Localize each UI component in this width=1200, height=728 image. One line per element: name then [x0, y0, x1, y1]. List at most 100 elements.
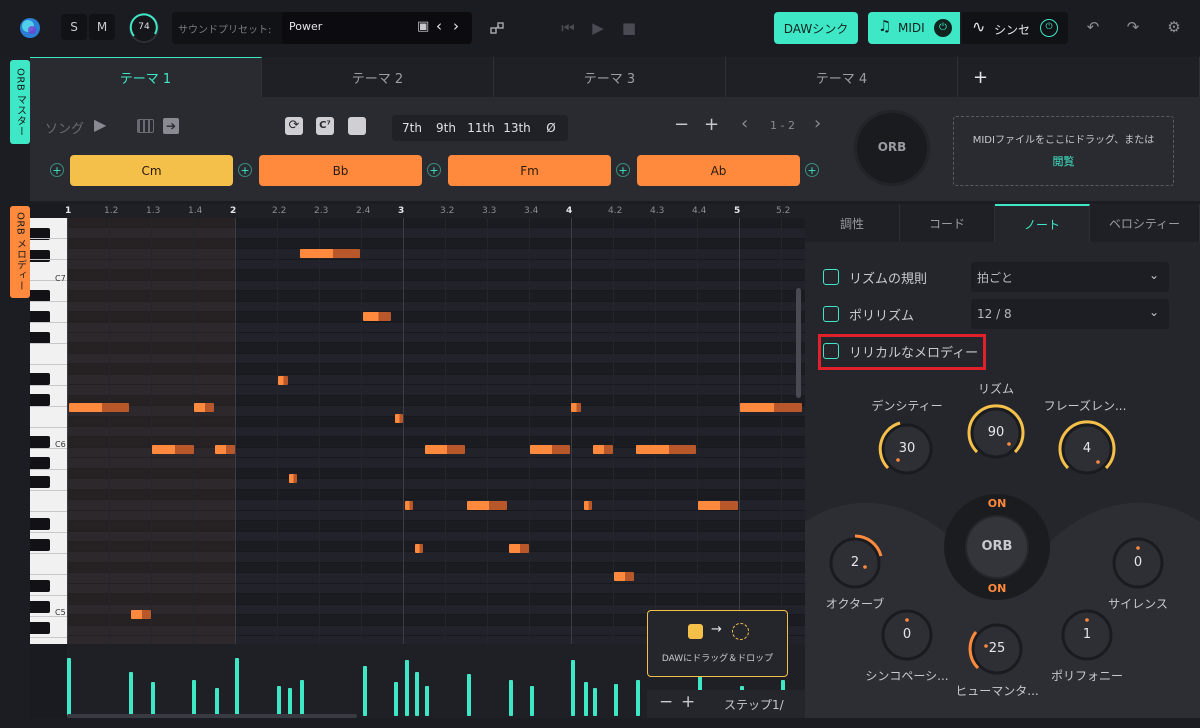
- chord-bb[interactable]: Bb: [259, 155, 422, 186]
- gear-icon[interactable]: ⚙: [1164, 17, 1184, 37]
- density-knob[interactable]: 30: [876, 418, 938, 480]
- piano-black-key[interactable]: [30, 539, 50, 551]
- note-grid[interactable]: [67, 218, 805, 647]
- velocity-bar[interactable]: [363, 666, 367, 716]
- tab-chords[interactable]: コード: [900, 204, 995, 242]
- melody-note[interactable]: [425, 445, 465, 454]
- page-next-icon[interactable]: ›: [814, 113, 821, 134]
- rhythm-rule-select[interactable]: 拍ごと ⌄: [971, 262, 1169, 292]
- shuffle-icon[interactable]: ⟳: [285, 117, 303, 135]
- velocity-bar[interactable]: [509, 680, 513, 716]
- humanize-knob[interactable]: 25: [966, 618, 1028, 680]
- melody-note[interactable]: [363, 312, 391, 321]
- tab-theme-4[interactable]: テーマ 4: [726, 57, 958, 97]
- velocity-bar[interactable]: [636, 680, 640, 716]
- velocity-bar[interactable]: [425, 686, 429, 716]
- synth-power-icon[interactable]: ⏻: [1040, 19, 1058, 37]
- velocity-bar[interactable]: [584, 682, 588, 716]
- octave-knob[interactable]: 2: [824, 532, 886, 594]
- page-prev-icon[interactable]: ‹: [741, 113, 748, 134]
- melody-note[interactable]: [415, 544, 423, 553]
- velocity-bar[interactable]: [467, 674, 471, 716]
- piano-black-key[interactable]: [30, 373, 50, 385]
- ext-dim-button[interactable]: Ø: [538, 115, 564, 141]
- add-chord-button-3[interactable]: +: [616, 163, 630, 177]
- daw-sync-button[interactable]: DAWシンク: [774, 12, 858, 44]
- piano-black-key[interactable]: [30, 250, 50, 262]
- midi-toggle[interactable]: ♫ MIDI ⏻: [868, 12, 960, 44]
- velocity-bar[interactable]: [593, 688, 597, 716]
- add-theme-button[interactable]: +: [958, 57, 1200, 97]
- next-preset-icon[interactable]: ›: [453, 17, 459, 35]
- browse-link[interactable]: 閲覧: [954, 153, 1173, 169]
- synth-toggle[interactable]: ∿ シンセ ⏻: [962, 12, 1068, 44]
- velocity-bar[interactable]: [405, 660, 409, 716]
- phrase-length-knob[interactable]: 4: [1056, 418, 1118, 480]
- polyrhythm-checkbox[interactable]: [823, 306, 839, 322]
- velocity-bar[interactable]: [614, 684, 618, 716]
- orb-logo-knob[interactable]: ORB: [854, 110, 930, 186]
- rhythm-rule-checkbox[interactable]: [823, 269, 839, 285]
- chord-ab[interactable]: Ab: [637, 155, 800, 186]
- timeline-ruler[interactable]: 1 1.2 1.3 1.4 2 2.2 2.3 2.4 3 3.2 3.3 3.4 4 4.2 4.3 4.4…: [65, 204, 805, 218]
- polyrhythm-select[interactable]: 12 / 8 ⌄: [971, 299, 1169, 329]
- layout-icon[interactable]: [348, 117, 366, 135]
- orb-melody-tab[interactable]: ORB メロディー: [10, 206, 30, 298]
- melody-note[interactable]: [467, 501, 507, 510]
- orb-master-tab[interactable]: ORB マスター: [10, 60, 30, 144]
- velocity-bar[interactable]: [415, 672, 419, 716]
- melody-note[interactable]: [636, 445, 696, 454]
- step-minus-icon[interactable]: −: [659, 692, 673, 712]
- tab-key[interactable]: 調性: [805, 204, 900, 242]
- piano-black-key[interactable]: [30, 476, 50, 488]
- tab-theme-3[interactable]: テーマ 3: [494, 57, 726, 97]
- link-icon[interactable]: [487, 18, 507, 38]
- melody-note[interactable]: [530, 445, 570, 454]
- piano-black-key[interactable]: [30, 580, 50, 592]
- piano-black-key[interactable]: [30, 518, 50, 530]
- melody-note[interactable]: [69, 403, 129, 412]
- stop-icon[interactable]: ■: [619, 18, 639, 38]
- melody-note[interactable]: [740, 403, 802, 412]
- volume-knob[interactable]: 74: [128, 12, 160, 44]
- skip-back-icon[interactable]: ⏮: [558, 18, 578, 38]
- horizontal-scrollbar[interactable]: [67, 714, 357, 718]
- melody-note[interactable]: [614, 572, 634, 581]
- chord-cm[interactable]: Cm: [70, 155, 233, 186]
- prev-preset-icon[interactable]: ‹: [436, 17, 442, 35]
- export-icon[interactable]: ➔: [163, 118, 179, 134]
- silence-knob[interactable]: 0: [1107, 532, 1169, 594]
- velocity-bar[interactable]: [151, 682, 155, 716]
- ext-11th-button[interactable]: 11th: [464, 115, 498, 141]
- chord-fm[interactable]: Fm: [448, 155, 611, 186]
- add-chord-button-2[interactable]: +: [427, 163, 441, 177]
- redo-icon[interactable]: ↷: [1123, 17, 1143, 37]
- melody-note[interactable]: [584, 501, 592, 510]
- melody-note[interactable]: [395, 414, 403, 423]
- melody-note[interactable]: [698, 501, 738, 510]
- undo-icon[interactable]: ↶: [1083, 17, 1103, 37]
- plus-icon[interactable]: +: [704, 114, 719, 135]
- velocity-bar[interactable]: [288, 688, 292, 716]
- ext-7th-button[interactable]: 7th: [396, 115, 428, 141]
- melody-note[interactable]: [278, 376, 288, 385]
- ext-13th-button[interactable]: 13th: [500, 115, 534, 141]
- velocity-bar[interactable]: [571, 660, 575, 716]
- add-chord-button-0[interactable]: +: [50, 163, 64, 177]
- piano-black-key[interactable]: [30, 622, 50, 634]
- orb-center-button[interactable]: ON ORB ON: [944, 494, 1050, 600]
- velocity-bar[interactable]: [215, 688, 219, 716]
- velocity-bar[interactable]: [192, 680, 196, 716]
- syncopation-knob[interactable]: 0: [876, 604, 938, 666]
- piano-black-key[interactable]: [30, 457, 50, 469]
- preset-selector[interactable]: サウンドプリセット: Power ▣ ‹ ›: [172, 12, 472, 44]
- velocity-bar[interactable]: [67, 658, 71, 716]
- piano-icon[interactable]: [137, 119, 154, 133]
- piano-black-key[interactable]: [30, 394, 50, 406]
- tab-notes[interactable]: ノート: [995, 204, 1090, 242]
- velocity-bar[interactable]: [300, 680, 304, 716]
- tab-velocity[interactable]: ベロシティー: [1090, 204, 1200, 242]
- piano-keyboard[interactable]: C7 C6 C5: [30, 218, 67, 644]
- velocity-bar[interactable]: [394, 682, 398, 716]
- ext-9th-button[interactable]: 9th: [430, 115, 462, 141]
